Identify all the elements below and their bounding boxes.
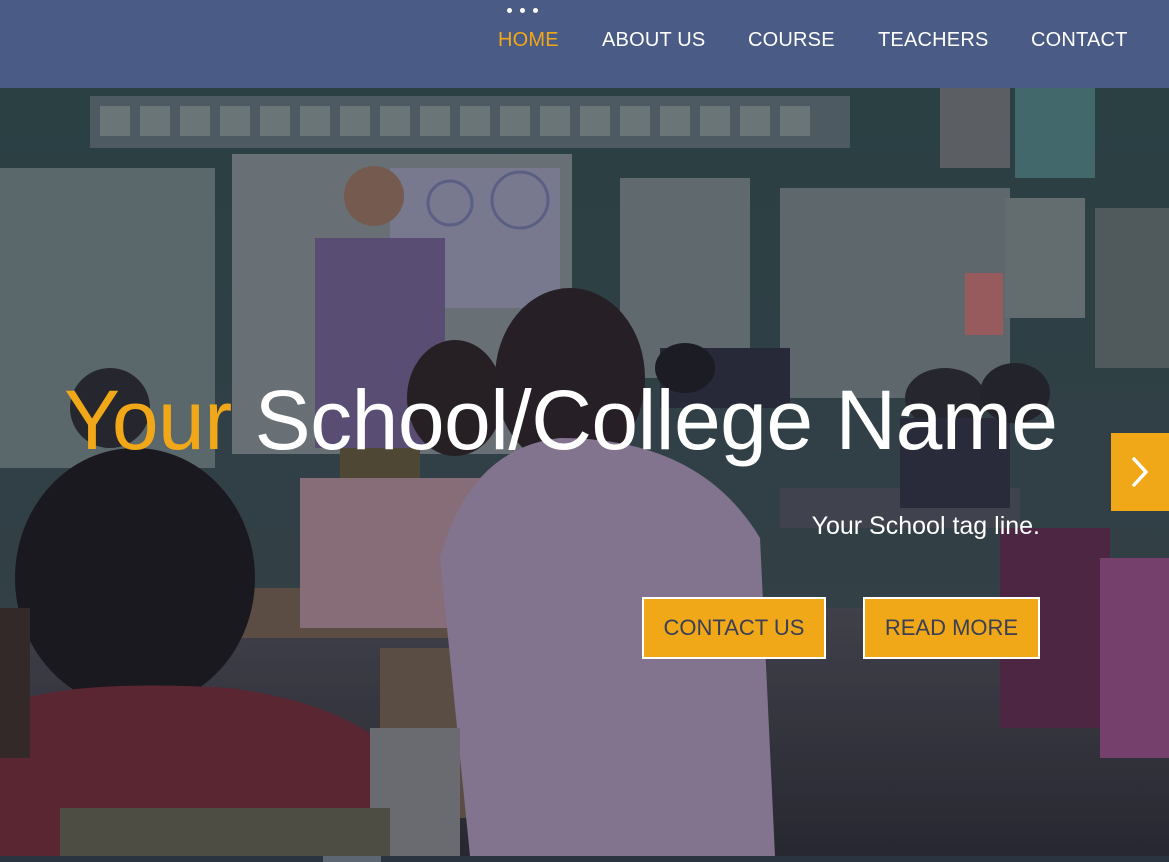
hero-slider: Your School/College Name Your School tag… bbox=[0, 88, 1169, 856]
hero-title-accent: Your bbox=[64, 373, 232, 467]
hero-overlay bbox=[0, 88, 1169, 856]
next-slide-button[interactable] bbox=[1111, 433, 1169, 511]
nav-item-home[interactable]: HOME bbox=[498, 29, 559, 52]
nav-item-about-us[interactable]: ABOUT US bbox=[602, 29, 705, 52]
chevron-right-icon bbox=[1132, 457, 1148, 487]
scrollbar-thumb[interactable] bbox=[323, 856, 381, 862]
contact-us-button[interactable]: CONTACT US bbox=[642, 597, 826, 659]
hero-title-rest: School/College Name bbox=[254, 373, 1058, 467]
hero-tagline: Your School tag line. bbox=[811, 512, 1040, 540]
nav-item-course[interactable]: COURSE bbox=[748, 29, 835, 52]
three-dots-icon[interactable] bbox=[507, 8, 538, 13]
bottom-scrollbar[interactable] bbox=[0, 856, 1169, 862]
hero-title: Your School/College Name bbox=[64, 378, 1058, 462]
navbar: HOME ABOUT US COURSE TEACHERS CONTACT bbox=[0, 0, 1169, 88]
nav-item-teachers[interactable]: TEACHERS bbox=[878, 29, 989, 52]
nav-item-contact[interactable]: CONTACT bbox=[1031, 29, 1128, 52]
read-more-button[interactable]: READ MORE bbox=[863, 597, 1040, 659]
